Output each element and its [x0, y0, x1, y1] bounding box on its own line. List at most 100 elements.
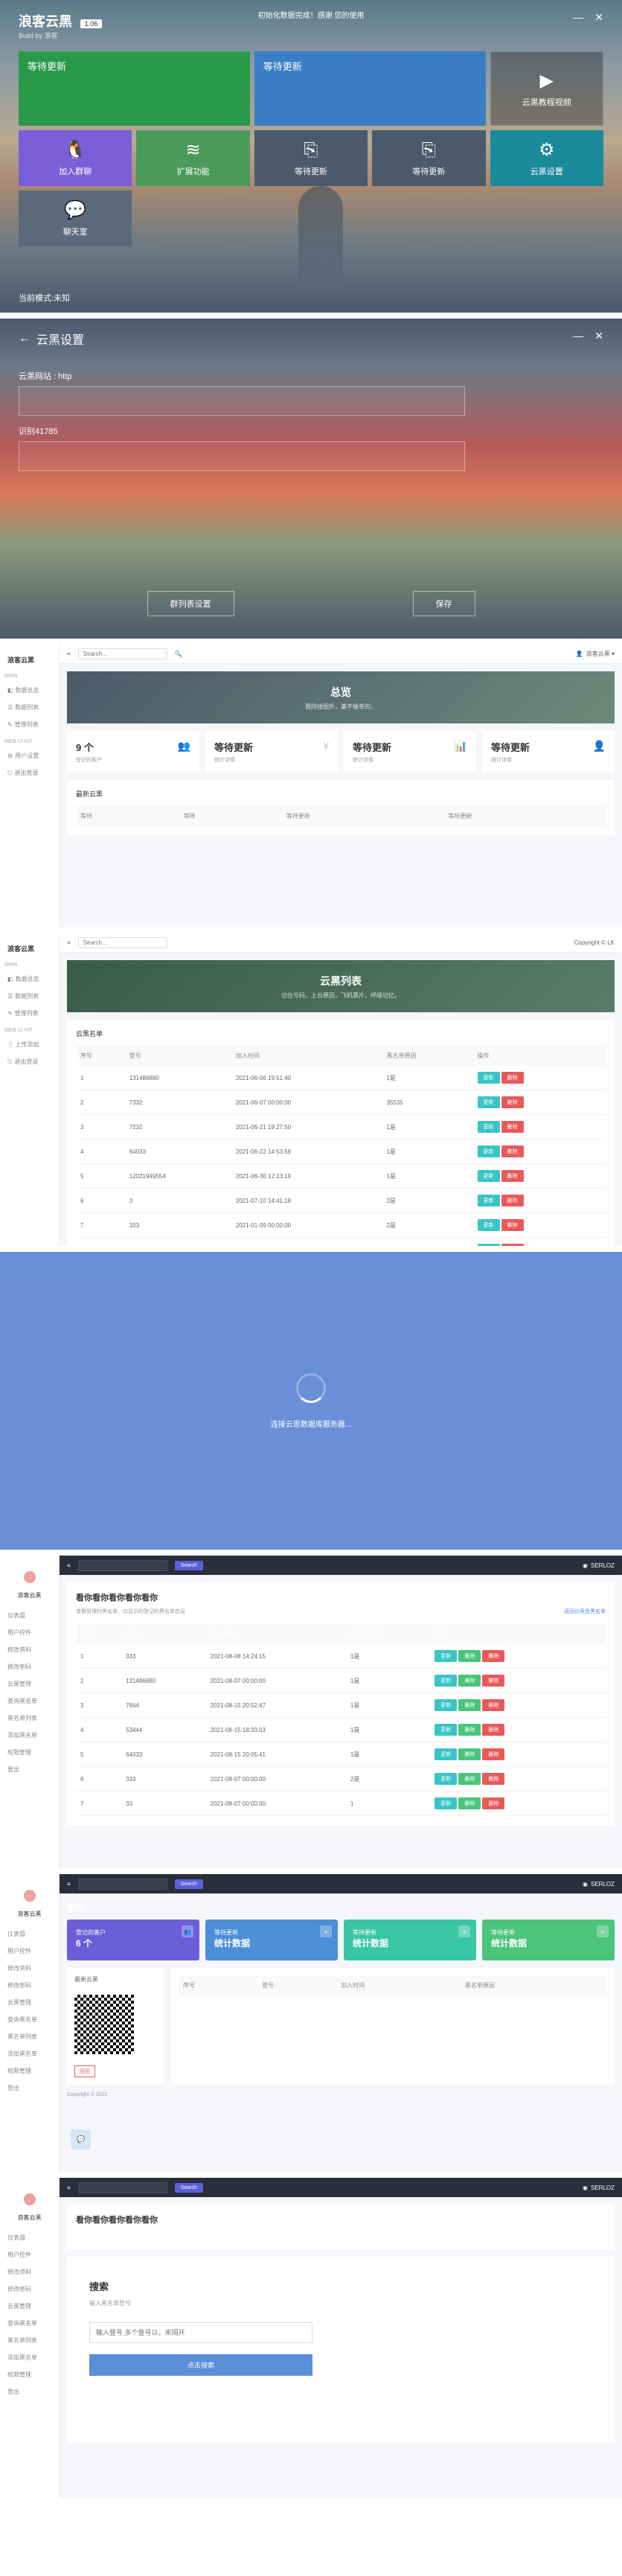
nav-item[interactable]: 用户控件: [4, 1943, 54, 1960]
tile-chat[interactable]: 💬聊天室: [19, 191, 132, 246]
url-input[interactable]: [19, 386, 465, 416]
search-submit-button[interactable]: 点击搜索: [89, 2354, 312, 2376]
nav-item[interactable]: 修改密码: [4, 2281, 54, 2298]
delete-button[interactable]: 删除: [501, 1219, 524, 1231]
tile-extensions[interactable]: ≋扩展功能: [136, 130, 249, 186]
delete-button[interactable]: 删除: [482, 1724, 504, 1736]
update-button[interactable]: 更新: [478, 1195, 500, 1206]
brand-logo[interactable]: ◉ SERLOZ: [583, 1881, 615, 1888]
avatar[interactable]: [19, 1885, 40, 1906]
edit-button[interactable]: 删除: [458, 1773, 481, 1785]
nav-item[interactable]: 添加黑名单: [4, 2045, 54, 2062]
tile-pending-1[interactable]: ⎘等待更新: [254, 130, 368, 186]
nav-item[interactable]: 添加黑名单: [4, 1727, 54, 1744]
back-link[interactable]: 返回仪表盘黑名单: [564, 1608, 606, 1615]
update-button[interactable]: 更新: [478, 1170, 500, 1182]
edit-button[interactable]: 删除: [458, 1748, 481, 1760]
tile-update-2[interactable]: 等待更新: [254, 51, 486, 126]
nav-item[interactable]: 黑名单列表: [4, 1710, 54, 1727]
tile-join-group[interactable]: 🐧加入群聊: [19, 130, 132, 186]
nav-item[interactable]: 登出: [4, 1761, 54, 1778]
nav-user-settings[interactable]: ⚙ 用户设置: [4, 747, 54, 764]
user-menu[interactable]: 👤 浪客云黑 ▾: [576, 650, 615, 658]
nav-item[interactable]: 修改密码: [4, 1977, 54, 1994]
delete-button[interactable]: 删除: [482, 1699, 504, 1711]
delete-button[interactable]: 删除: [501, 1072, 524, 1084]
delete-button[interactable]: 删除: [501, 1121, 524, 1133]
delete-button[interactable]: 删除: [482, 1797, 504, 1809]
delete-button[interactable]: 删除: [501, 1145, 524, 1157]
nav-item[interactable]: 修改资料: [4, 1960, 54, 1977]
save-button[interactable]: 保存: [413, 591, 475, 616]
edit-button[interactable]: 删除: [458, 1724, 481, 1736]
menu-icon[interactable]: ≡: [67, 1562, 71, 1569]
nav-item[interactable]: 仪表盘: [4, 1925, 54, 1943]
update-button[interactable]: 更新: [435, 1748, 457, 1760]
nav-item[interactable]: 登出: [4, 2080, 54, 2097]
nav-item[interactable]: 云黑管理: [4, 1994, 54, 2011]
update-button[interactable]: 更新: [478, 1244, 500, 1246]
update-button[interactable]: 更新: [435, 1724, 457, 1736]
update-button[interactable]: 更新: [478, 1145, 500, 1157]
delete-button[interactable]: 删除: [482, 1773, 504, 1785]
nav-upload[interactable]: ⇧ 上传添加: [4, 1036, 54, 1053]
search-input[interactable]: [78, 2182, 167, 2193]
nav-item[interactable]: 查询黑名单: [4, 2315, 54, 2332]
close-icon[interactable]: ✕: [594, 330, 603, 348]
nav-item[interactable]: 登出: [4, 2383, 54, 2400]
nav-item[interactable]: 权限管理: [4, 1744, 54, 1761]
edit-button[interactable]: 删除: [458, 1699, 481, 1711]
search-input[interactable]: [78, 648, 167, 659]
nav-logout[interactable]: ⎋ 退出登录: [4, 1053, 54, 1070]
nav-list[interactable]: ☰ 数据列表: [4, 699, 54, 716]
menu-icon[interactable]: ≡: [67, 2185, 71, 2191]
search-input[interactable]: [78, 1560, 167, 1571]
nav-manage[interactable]: ✎ 管理列表: [4, 1005, 54, 1022]
avatar[interactable]: [19, 2189, 40, 2210]
search-input[interactable]: [78, 1879, 167, 1890]
update-button[interactable]: 更新: [435, 1650, 457, 1662]
avatar[interactable]: [19, 1567, 40, 1588]
nav-overview[interactable]: ◧ 数据总览: [4, 971, 54, 988]
delete-button[interactable]: 删除: [482, 1650, 504, 1662]
delete-button[interactable]: 删除: [501, 1170, 524, 1182]
search-icon[interactable]: 🔍: [175, 651, 182, 657]
update-button[interactable]: 更新: [435, 1797, 457, 1809]
delete-button[interactable]: 删除: [501, 1195, 524, 1206]
minimize-icon[interactable]: —: [573, 330, 583, 348]
search-button[interactable]: Search: [175, 1879, 203, 1889]
tile-update-1[interactable]: 等待更新: [19, 51, 250, 126]
nav-item[interactable]: 用户控件: [4, 1624, 54, 1641]
delete-button[interactable]: 删除: [501, 1244, 524, 1246]
update-button[interactable]: 更新: [478, 1121, 500, 1133]
menu-icon[interactable]: ≡: [67, 939, 71, 946]
delete-button[interactable]: 删除: [482, 1748, 504, 1760]
update-button[interactable]: 更新: [435, 1675, 457, 1687]
nav-logout[interactable]: ⎋ 退出登录: [4, 764, 54, 782]
nav-item[interactable]: 云黑管理: [4, 2298, 54, 2315]
tile-pending-2[interactable]: ⎘等待更新: [372, 130, 485, 186]
nav-item[interactable]: 仪表盘: [4, 2229, 54, 2246]
nav-item[interactable]: 用户控件: [4, 2246, 54, 2263]
search-input[interactable]: [78, 937, 167, 948]
delete-button[interactable]: 删除: [482, 1675, 504, 1687]
nav-item[interactable]: 修改资料: [4, 2263, 54, 2281]
nav-list[interactable]: ☰ 数据列表: [4, 988, 54, 1005]
update-button[interactable]: 更新: [478, 1072, 500, 1084]
tile-settings[interactable]: ⚙云黑设置: [490, 130, 603, 186]
update-button[interactable]: 更新: [435, 1699, 457, 1711]
qr-label[interactable]: 阅览: [74, 2065, 95, 2077]
minimize-icon[interactable]: —: [573, 11, 583, 24]
search-button[interactable]: Search: [175, 2183, 203, 2193]
code-input[interactable]: [19, 441, 465, 471]
nav-manage[interactable]: ✎ 管理列表: [4, 716, 54, 733]
nav-item[interactable]: 黑名单列表: [4, 2332, 54, 2349]
menu-icon[interactable]: ≡: [67, 651, 71, 657]
nav-item[interactable]: 修改密码: [4, 1658, 54, 1675]
edit-button[interactable]: 删除: [458, 1797, 481, 1809]
menu-icon[interactable]: ≡: [67, 1881, 71, 1888]
nav-item[interactable]: 权限管理: [4, 2062, 54, 2080]
nav-item[interactable]: 查询黑名单: [4, 2011, 54, 2028]
delete-button[interactable]: 删除: [501, 1096, 524, 1108]
nav-item[interactable]: 添加黑名单: [4, 2349, 54, 2366]
